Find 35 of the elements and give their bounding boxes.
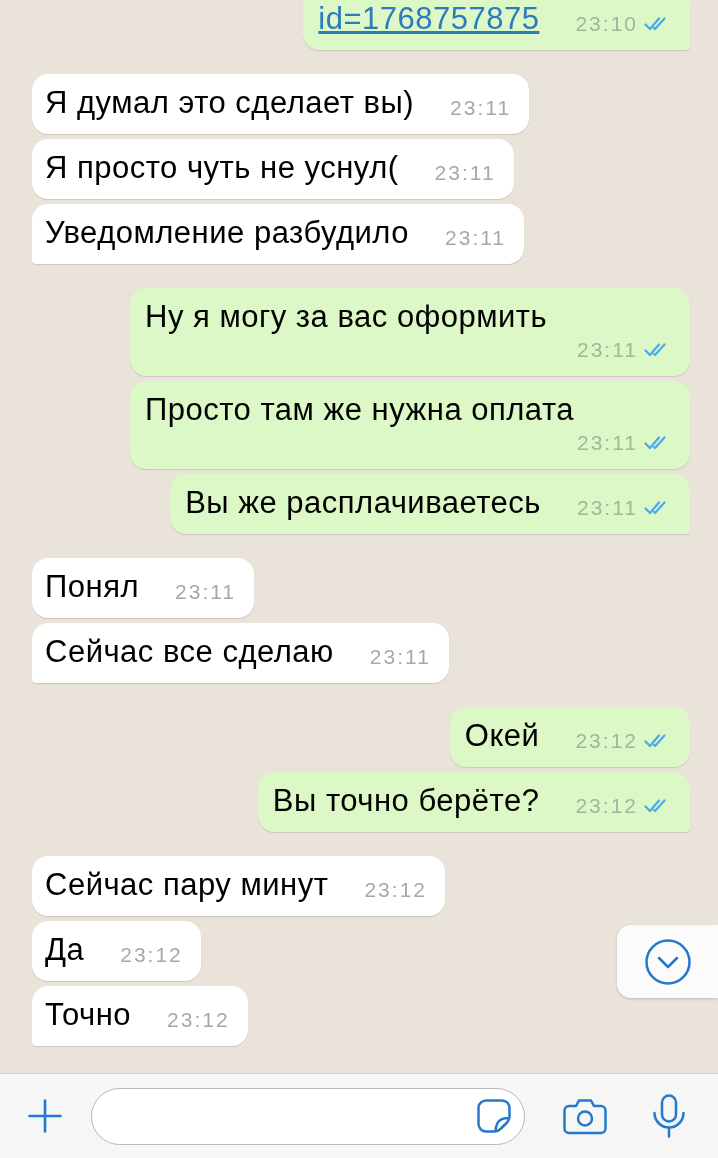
message-text: Ну я могу за вас оформить: [145, 298, 548, 336]
message-text: Точно: [45, 996, 132, 1034]
message-text: Сейчас все сделаю: [45, 633, 334, 671]
message-link[interactable]: id=1768757875: [318, 0, 540, 38]
message-time: 23:12: [575, 794, 638, 818]
scroll-down-button[interactable]: [617, 925, 718, 998]
message-input-field[interactable]: [91, 1087, 525, 1145]
message-text: Я думал это сделает вы): [45, 84, 415, 122]
message-time: 23:10: [575, 12, 638, 36]
message-text: Просто там же нужна оплата: [145, 391, 575, 429]
message-text: Я просто чуть не уснул(: [45, 149, 399, 187]
message-time: 23:11: [577, 431, 638, 455]
chevron-down-icon: [644, 938, 691, 985]
microphone-icon[interactable]: [652, 1094, 686, 1138]
message-time: 23:12: [364, 878, 427, 902]
message-time: 23:11: [577, 338, 638, 362]
plus-icon[interactable]: [28, 1099, 62, 1133]
message-text: Вы точно берёте?: [272, 782, 540, 820]
sticker-icon[interactable]: [477, 1099, 511, 1133]
message-time: 23:12: [575, 729, 638, 753]
message-text: Понял: [45, 568, 140, 606]
message-text: Окей: [464, 717, 540, 755]
message-time: 23:12: [167, 1008, 230, 1032]
message-time: 23:12: [120, 943, 183, 967]
message-text: Вы же расплачиваетесь: [185, 484, 541, 522]
message-text: Да: [45, 931, 85, 969]
message-time: 23:11: [175, 580, 237, 604]
message-time: 23:11: [434, 161, 496, 185]
message-time: 23:11: [369, 645, 431, 669]
message-text: Сейчас пару минут: [45, 866, 329, 904]
message-text: Уведомление разбудило: [45, 214, 410, 252]
message-time: 23:11: [450, 96, 512, 120]
message-time: 23:11: [577, 496, 638, 520]
message-time: 23:11: [445, 226, 507, 250]
camera-icon[interactable]: [563, 1097, 607, 1135]
